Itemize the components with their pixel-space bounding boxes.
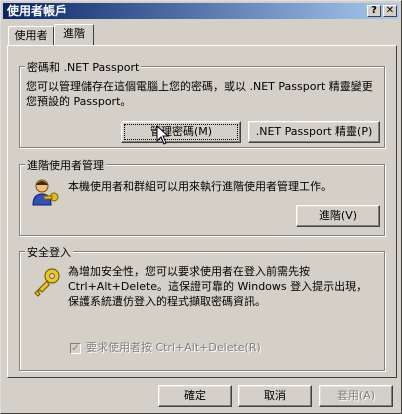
passwords-group: 密碼和 .NET Passport 您可以管理儲存在這個電腦上您的密碼，或以 .… [19,59,385,148]
help-button[interactable]: ? [367,5,381,17]
tab-users[interactable]: 使用者 [8,26,54,45]
require-ctrl-alt-del-label: 要求使用者按 Ctrl+Alt+Delete(R) [86,341,261,354]
advanced-group-legend: 進階使用者管理 [25,157,106,173]
passwords-description: 您可以管理儲存在這個電腦上您的密碼，或以 .NET Passport 精靈變更您… [26,80,373,108]
users-key-icon [32,179,59,206]
manage-passwords-button[interactable]: 管理密碼(M) [121,121,241,143]
window-title: 使用者帳戶 [7,4,68,18]
close-button[interactable]: ✕ [383,5,397,17]
advanced-user-group: 進階使用者管理 本機使用者和群組可以用來執行進階使用者管理工作。 進階(V) [19,157,385,236]
dialog-window: 使用者帳戶 ? ✕ 使用者 進階 密碼和 .NET Passport 您可以管理… [0,0,402,414]
title-bar[interactable]: 使用者帳戶 ? ✕ [3,3,399,19]
ok-button[interactable]: 確定 [158,385,232,407]
secure-logon-group: 安全登入 為增加安全性，您可以要求使用者在登入前需先按 Ctrl+Alt+Del… [19,244,385,371]
secure-group-legend: 安全登入 [25,244,73,260]
tab-panel-advanced: 密碼和 .NET Passport 您可以管理儲存在這個電腦上您的密碼，或以 .… [7,45,397,378]
tab-advanced[interactable]: 進階 [54,24,94,45]
passport-wizard-button[interactable]: .NET Passport 精靈(P) [248,121,380,143]
key-icon [34,268,60,297]
advanced-description: 本機使用者和群組可以用來執行進階使用者管理工作。 [68,180,332,193]
secure-description: 為增加安全性，您可以要求使用者在登入前需先按 Ctrl+Alt+Delete。這… [68,265,368,308]
passwords-group-legend: 密碼和 .NET Passport [25,59,142,75]
cancel-button[interactable]: 取消 [238,385,312,407]
advanced-button[interactable]: 進階(V) [296,205,380,227]
apply-button[interactable]: 套用(A) [319,385,393,407]
require-ctrl-alt-del-checkbox[interactable]: ✓ [70,343,81,354]
mouse-cursor-icon [156,125,170,145]
